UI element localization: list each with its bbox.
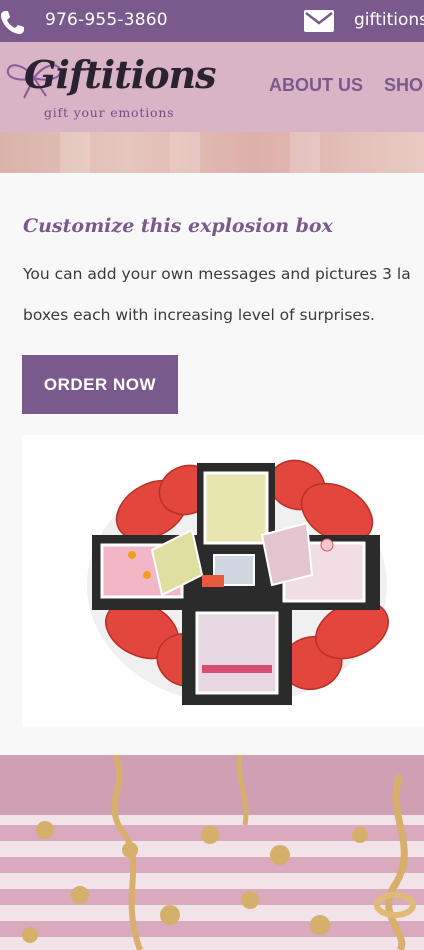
- explosion-box-illustration: [22, 435, 424, 727]
- explosion-box-image[interactable]: [22, 435, 424, 727]
- gift-wrap-banner: [0, 755, 424, 950]
- nav-about-us[interactable]: ABOUT US: [269, 75, 363, 96]
- email-address[interactable]: giftitionsq: [354, 10, 424, 30]
- description-line: boxes each with increasing level of surp…: [23, 306, 375, 324]
- logo-tagline: gift your emotions: [44, 105, 175, 120]
- mail-icon[interactable]: [303, 8, 335, 34]
- site-header: Giftitions gift your emotions ABOUT US S…: [0, 42, 424, 132]
- site-logo[interactable]: Giftitions gift your emotions: [4, 48, 217, 126]
- nav-shop[interactable]: SHO: [384, 75, 423, 96]
- logo-wordmark: Giftitions: [24, 52, 217, 97]
- gift-wrap-illustration: [0, 755, 424, 950]
- description-line: You can add your own messages and pictur…: [23, 265, 411, 283]
- section-title: Customize this explosion box: [23, 215, 333, 237]
- top-contact-bar: 976-955-3860 giftitionsq: [0, 0, 424, 42]
- phone-number[interactable]: 976-955-3860: [45, 10, 168, 30]
- hero-image-strip: [0, 132, 424, 173]
- phone-icon[interactable]: [0, 9, 26, 35]
- order-now-button[interactable]: ORDER NOW: [22, 355, 178, 414]
- product-section: Customize this explosion box You can add…: [0, 173, 424, 755]
